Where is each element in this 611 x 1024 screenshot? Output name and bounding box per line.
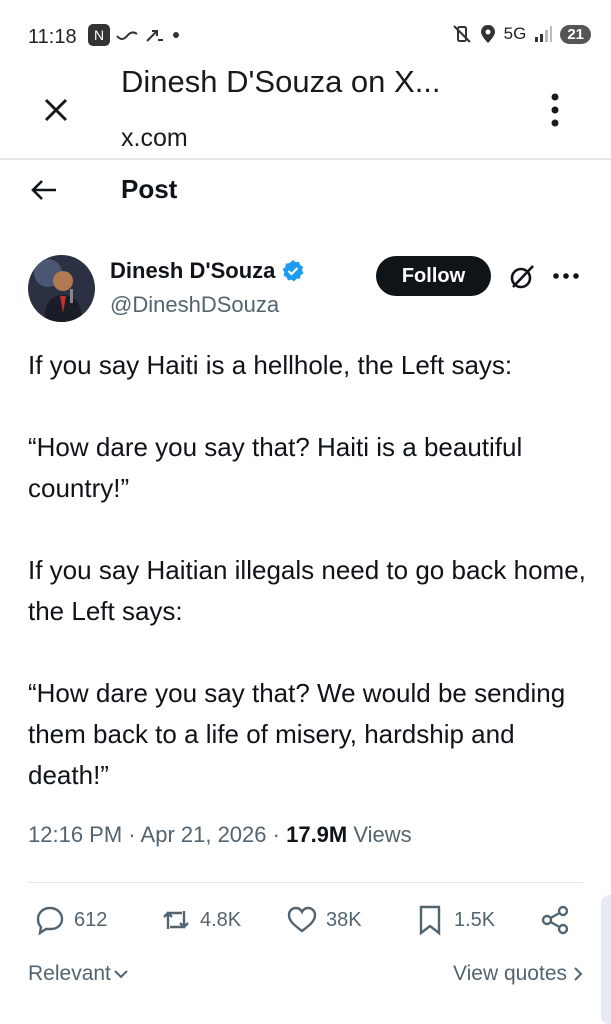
meta-separator: · xyxy=(272,822,287,847)
divider xyxy=(28,882,583,883)
vibrate-off-icon xyxy=(452,25,471,43)
author-name[interactable]: Dinesh D'Souza xyxy=(110,258,275,284)
share-button[interactable] xyxy=(539,904,571,936)
bookmark-icon xyxy=(419,905,441,936)
post-date[interactable]: Apr 21, 2026 xyxy=(141,822,267,847)
repost-icon xyxy=(163,911,189,929)
views-label: Views xyxy=(353,822,412,847)
repost-count: 4.8K xyxy=(200,908,242,931)
status-time: 11:18 xyxy=(28,26,77,48)
post-paragraph: “How dare you say that? Haiti is a beaut… xyxy=(28,432,523,503)
sort-label: Relevant xyxy=(28,962,111,985)
more-vert-icon[interactable] xyxy=(545,92,565,128)
avatar-image xyxy=(28,255,95,322)
close-icon[interactable] xyxy=(40,94,72,126)
page-title: Post xyxy=(121,174,178,204)
post-paragraph: If you say Haitian illegals need to go b… xyxy=(28,555,586,626)
page: 11:18 N 5G 21 Dinesh D'Souza on X... x.c… xyxy=(0,0,611,1024)
share-icon xyxy=(541,905,569,935)
tab-url: x.com xyxy=(121,124,188,152)
network-type: 5G xyxy=(503,24,527,43)
author-handle[interactable]: @DineshDSouza xyxy=(110,292,279,318)
tab-title: Dinesh D'Souza on X... xyxy=(121,64,441,99)
wave-icon xyxy=(116,31,138,40)
repost-button[interactable]: 4.8K xyxy=(160,904,241,936)
bookmark-count: 1.5K xyxy=(454,908,496,931)
chevron-down-icon xyxy=(114,970,128,979)
replies-toolbar: Relevant View quotes xyxy=(28,962,583,992)
post-paragraph: If you say Haiti is a hellhole, the Left… xyxy=(28,350,513,380)
dot-icon xyxy=(173,32,179,38)
notification-icons: N xyxy=(88,24,180,46)
reply-count: 612 xyxy=(74,908,108,931)
more-horizontal-icon[interactable] xyxy=(552,272,580,280)
app-notification-icon: N xyxy=(88,24,110,46)
like-button[interactable]: 38K xyxy=(286,904,362,936)
reply-button[interactable]: 612 xyxy=(34,904,107,936)
signal-arrows-icon xyxy=(146,30,163,42)
back-arrow-icon[interactable] xyxy=(30,176,58,204)
scroll-edge xyxy=(601,895,611,1024)
avatar[interactable] xyxy=(28,255,95,322)
battery-indicator: 21 xyxy=(560,24,591,44)
post-text: If you say Haiti is a hellhole, the Left… xyxy=(28,345,588,837)
location-icon xyxy=(480,25,495,43)
view-quotes-label: View quotes xyxy=(452,962,567,985)
view-quotes-link[interactable]: View quotes xyxy=(453,962,583,986)
meta-separator: · xyxy=(128,822,141,847)
status-right: 5G 21 xyxy=(452,24,591,44)
views-count: 17.9M xyxy=(286,822,348,847)
like-count: 38K xyxy=(326,908,362,931)
bookmark-button[interactable]: 1.5K xyxy=(414,904,495,936)
chevron-right-icon xyxy=(574,967,583,981)
author-name-row[interactable]: Dinesh D'Souza xyxy=(110,258,305,284)
post-meta: 12:16 PM · Apr 21, 2026 · 17.9M Views xyxy=(28,822,412,848)
verified-badge-icon xyxy=(282,260,304,282)
follow-button[interactable]: Follow xyxy=(376,256,491,296)
post-paragraph: “How dare you say that? We would be send… xyxy=(28,678,566,790)
sort-dropdown[interactable]: Relevant xyxy=(28,962,129,986)
post-time[interactable]: 12:16 PM xyxy=(28,822,122,847)
heart-icon xyxy=(287,906,317,933)
post-nav-bar: Post xyxy=(0,160,611,222)
signal-bars-icon xyxy=(535,26,553,42)
browser-tab-header: Dinesh D'Souza on X... x.com xyxy=(0,56,611,160)
action-bar: 612 4.8K 38K 1.5K xyxy=(28,904,583,944)
reply-icon xyxy=(36,906,64,936)
grok-icon[interactable] xyxy=(507,262,537,292)
